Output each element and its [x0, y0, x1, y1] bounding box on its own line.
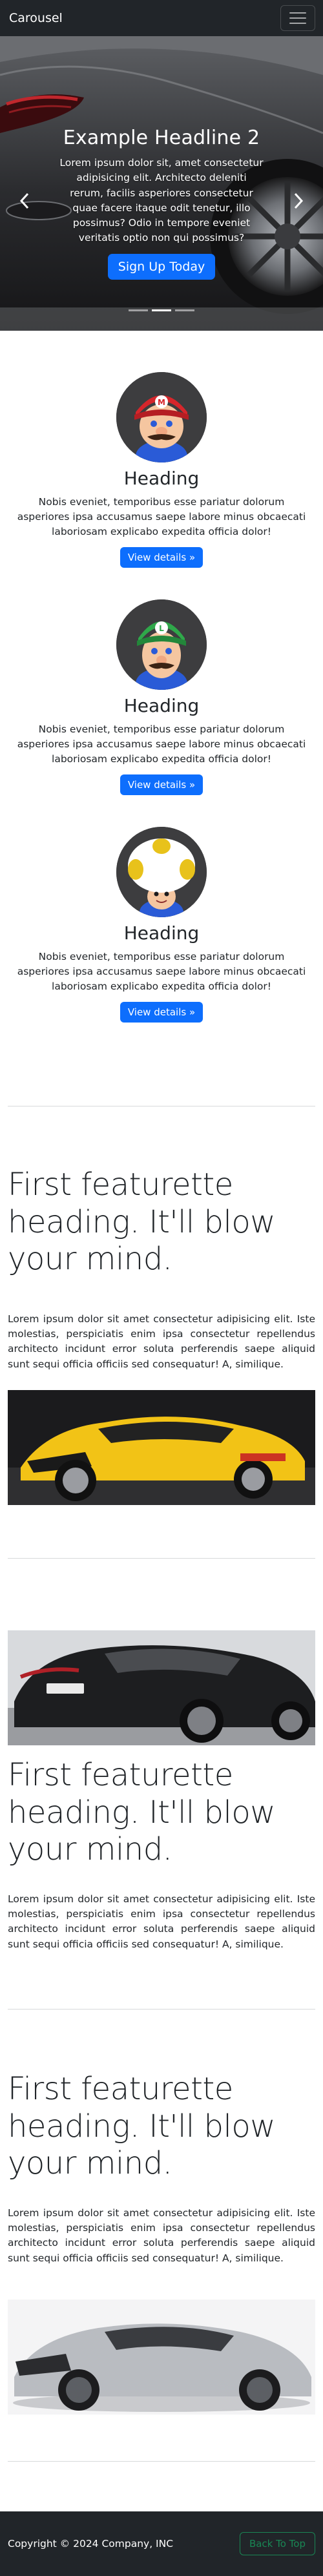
featurette-divider: [8, 1558, 315, 1559]
carousel-text: Lorem ipsum dolor sit, amet consectetur …: [59, 157, 264, 244]
carousel-indicator-3[interactable]: [175, 309, 194, 311]
navbar-brand[interactable]: Carousel: [9, 11, 63, 25]
yellow-sports-car-image: [8, 1390, 315, 1505]
featurette-text: Lorem ipsum dolor sit amet consectetur a…: [8, 1313, 315, 1370]
featurette-2: First featurette heading. It'll blow you…: [8, 1757, 315, 1952]
featurette-text: Lorem ipsum dolor sit amet consectetur a…: [8, 1893, 315, 1950]
toad-avatar: [116, 827, 207, 917]
chevron-left-icon: [19, 192, 29, 209]
view-details-button[interactable]: View details »: [120, 774, 203, 796]
chevron-right-icon: [294, 192, 304, 209]
carousel-indicator-1[interactable]: [129, 309, 148, 311]
marketing-text: Nobis eveniet, temporibus esse pariatur …: [17, 495, 306, 538]
copyright-text: Copyright © 2024 Company, INC: [8, 2538, 174, 2550]
featurette-heading: First featurette heading. It'll blow you…: [8, 1167, 275, 1278]
carousel-next-button[interactable]: [286, 188, 311, 214]
navbar-toggler[interactable]: [280, 5, 315, 31]
featurette-1: First featurette heading. It'll blow you…: [8, 1167, 315, 1372]
marketing-text: Nobis eveniet, temporibus esse pariatur …: [17, 723, 306, 765]
view-details-button[interactable]: View details »: [120, 1002, 203, 1023]
featurette-3: First featurette heading. It'll blow you…: [8, 2071, 315, 2266]
featurette-text: Lorem ipsum dolor sit amet consectetur a…: [8, 2207, 315, 2264]
featurette-heading: First featurette heading. It'll blow you…: [8, 1757, 275, 1868]
featurette-heading: First featurette heading. It'll blow you…: [8, 2071, 275, 2182]
footer: Copyright © 2024 Company, INC Back To To…: [0, 2511, 323, 2576]
marketing-col-1: M Heading Nobis eveniet, temporibus esse…: [0, 372, 323, 568]
featurette-divider: [8, 2461, 315, 2462]
carousel-headline: Example Headline 2: [63, 127, 260, 149]
luigi-avatar: L: [116, 599, 207, 690]
marketing-heading: Heading: [123, 468, 200, 489]
carousel-indicators: [0, 309, 323, 311]
hero-carousel: Example Headline 2 Lorem ipsum dolor sit…: [0, 36, 323, 331]
marketing-text: Nobis eveniet, temporibus esse pariatur …: [17, 950, 306, 993]
back-to-top-button[interactable]: Back To Top: [239, 2532, 315, 2555]
mario-avatar: M: [116, 372, 207, 462]
svg-text:M: M: [158, 398, 165, 407]
hamburger-icon: [289, 12, 306, 14]
marketing-col-2: L Heading Nobis eveniet, temporibus esse…: [0, 599, 323, 796]
svg-text:L: L: [159, 624, 164, 633]
sign-up-button[interactable]: Sign Up Today: [107, 253, 216, 280]
carousel-caption: Example Headline 2 Lorem ipsum dolor sit…: [58, 127, 265, 280]
marketing-heading: Heading: [123, 922, 200, 944]
navbar: Carousel: [0, 0, 323, 36]
view-details-button[interactable]: View details »: [120, 547, 203, 568]
silver-gtr-image: [8, 2300, 315, 2415]
marketing-col-3: Heading Nobis eveniet, temporibus esse p…: [0, 827, 323, 1023]
carousel-prev-button[interactable]: [12, 188, 37, 214]
black-coupe-image: [8, 1630, 315, 1745]
marketing-heading: Heading: [123, 695, 200, 716]
featurette-divider: [8, 2009, 315, 2010]
carousel-indicator-2[interactable]: [152, 309, 171, 311]
